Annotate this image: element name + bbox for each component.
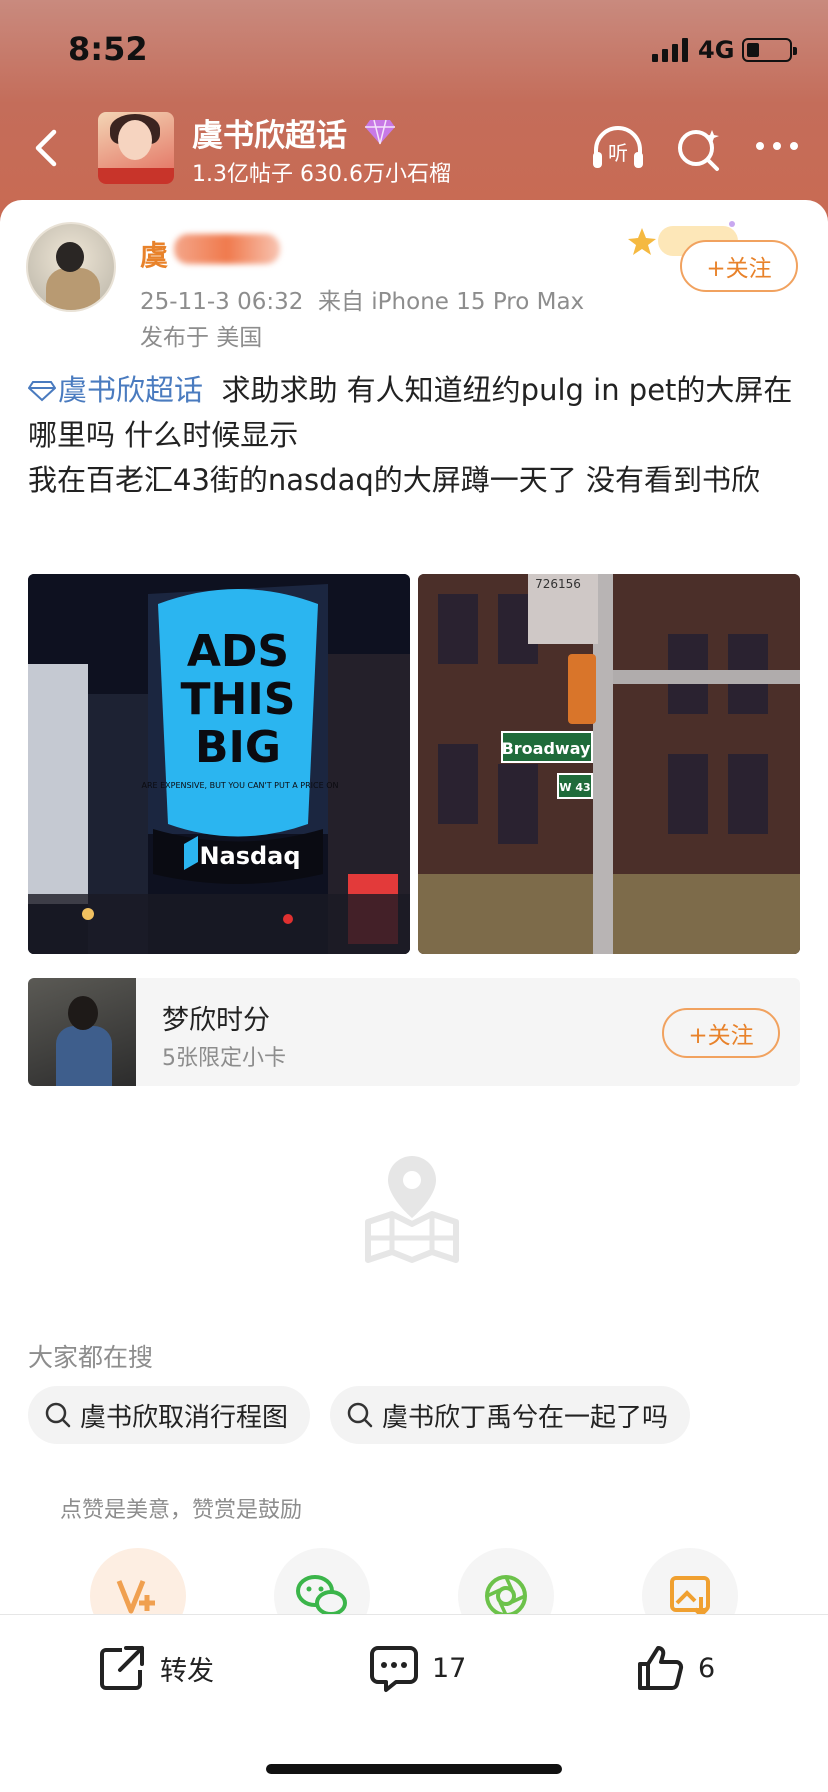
like-button[interactable]: 6 — [634, 1640, 715, 1696]
billboard-line-3: BIG — [195, 722, 281, 773]
save-image-icon — [670, 1576, 710, 1618]
sticker-subtitle: 5张限定小卡 — [162, 1046, 286, 1071]
reward-text: 点赞是美意，赞赏是鼓励 — [60, 1498, 303, 1523]
svg-text:听: 听 — [608, 141, 628, 165]
post-meta: 25-11-3 06:32 来自 iPhone 15 Pro Max — [140, 289, 585, 315]
diamond-icon — [364, 118, 396, 146]
billboard-subtext: ARE EXPENSIVE, BUT YOU CAN'T PUT A PRICE… — [142, 781, 339, 790]
box-number: 726156 — [535, 577, 581, 591]
search-chip-2[interactable]: 虞书欣丁禹兮在一起了吗 — [330, 1386, 691, 1444]
comment-count: 17 — [432, 1652, 467, 1684]
sticker-name: 梦欣时分 — [162, 1005, 270, 1036]
back-icon[interactable] — [20, 120, 76, 176]
comment-button[interactable]: 17 — [368, 1640, 466, 1696]
search-icon[interactable] — [674, 124, 724, 174]
username[interactable]: 虞 — [140, 234, 168, 274]
status-bar: 8:52 4G — [0, 0, 828, 100]
search-chip-label: 虞书欣丁禹兮在一起了吗 — [382, 1402, 669, 1433]
topic-title[interactable]: 虞书欣超话 — [192, 110, 347, 155]
wechat-icon — [296, 1575, 347, 1616]
location-map-icon — [362, 1152, 462, 1264]
street-sign-broadway: Broadway — [502, 739, 591, 758]
battery-icon — [742, 38, 797, 62]
topic-diamond-icon — [27, 370, 57, 402]
headphone-icon[interactable]: 听 — [590, 124, 646, 174]
search-chip-icon — [45, 1402, 71, 1428]
username-redaction — [174, 234, 280, 264]
post-image-2[interactable]: 726156 Broadway W 43 — [418, 574, 800, 954]
moments-icon — [485, 1575, 527, 1617]
topic-avatar[interactable] — [98, 112, 174, 184]
sticker-follow-button[interactable]: +关注 — [662, 1008, 780, 1058]
street-sign-43: W 43 — [559, 781, 590, 794]
network-label: 4G — [698, 36, 735, 64]
repost-icon — [100, 1646, 144, 1690]
sticker-thumbnail — [28, 978, 136, 1086]
topic-stats: 1.3亿帖子 630.6万小石榴 — [192, 162, 451, 187]
signal-icon — [652, 38, 688, 62]
nasdaq-logo: Nasdaq — [199, 842, 300, 870]
follow-button[interactable]: +关注 — [680, 240, 798, 292]
search-chip-1[interactable]: 虞书欣取消行程图 — [28, 1386, 311, 1444]
search-section-title: 大家都在搜 — [28, 1343, 154, 1372]
billboard-line-2: THIS — [181, 674, 296, 725]
post-image-1[interactable]: ADS THIS BIG ARE EXPENSIVE, BUT YOU CAN'… — [28, 574, 410, 954]
home-indicator — [266, 1764, 562, 1774]
like-count: 6 — [698, 1652, 716, 1684]
status-time: 8:52 — [68, 30, 148, 68]
search-chip-label: 虞书欣取消行程图 — [80, 1402, 289, 1433]
sticker-card[interactable]: 梦欣时分 5张限定小卡 +关注 — [28, 978, 800, 1086]
thumbs-up-icon — [638, 1646, 684, 1690]
user-avatar[interactable] — [26, 222, 116, 312]
repost-label: 转发 — [160, 1655, 214, 1687]
search-chip-icon — [347, 1402, 373, 1428]
repost-button[interactable]: 转发 — [96, 1640, 214, 1696]
more-icon[interactable] — [752, 136, 802, 156]
post-text: 虞书欣超话 求助求助 有人知道纽约pulg in pet的大屏在哪里吗 什么时候… — [27, 368, 800, 503]
billboard-line-1: ADS — [187, 626, 289, 677]
comment-icon — [370, 1646, 418, 1692]
post-location: 发布于 美国 — [140, 325, 263, 351]
topic-link[interactable]: 虞书欣超话 — [58, 373, 203, 407]
